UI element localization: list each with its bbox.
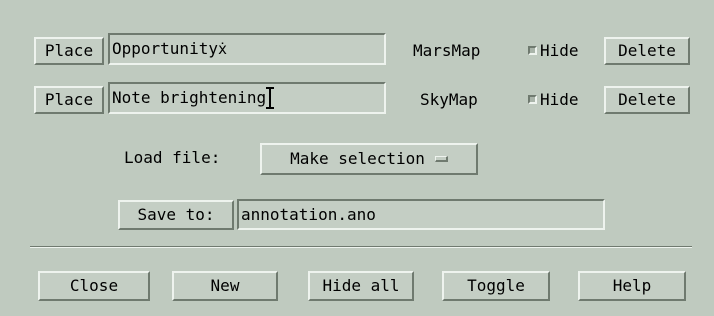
annotation-field-row1[interactable]: Opportunity ẋ xyxy=(108,33,386,65)
save-filename-field[interactable]: annotation.ano xyxy=(237,199,605,230)
option-menu-indicator-icon xyxy=(434,156,448,162)
hide-checkbox-row1[interactable] xyxy=(528,46,537,55)
close-button[interactable]: Close xyxy=(38,271,150,301)
i-beam-cursor-icon xyxy=(266,87,275,109)
help-button-label: Help xyxy=(612,276,652,295)
map-label-row1: MarsMap xyxy=(413,41,481,60)
load-file-selector[interactable]: Make selection xyxy=(260,143,478,175)
save-to-button[interactable]: Save to: xyxy=(118,200,234,230)
separator xyxy=(30,246,692,248)
new-button-label: New xyxy=(210,276,240,295)
text-cursor-icon: ẋ xyxy=(217,39,227,58)
hide-all-button-label: Hide all xyxy=(322,276,400,295)
toggle-button-label: Toggle xyxy=(467,276,525,295)
load-file-label: Load file: xyxy=(124,148,221,167)
delete-button-label: Delete xyxy=(618,90,676,109)
load-file-selection: Make selection xyxy=(290,149,425,168)
place-button-label: Place xyxy=(44,41,94,60)
place-button-label: Place xyxy=(44,90,94,109)
hide-label-row2[interactable]: Hide xyxy=(540,92,579,108)
hide-all-button[interactable]: Hide all xyxy=(308,271,414,301)
hide-label-row1[interactable]: Hide xyxy=(540,43,579,59)
hide-checkbox-row2[interactable] xyxy=(528,95,537,104)
toggle-button[interactable]: Toggle xyxy=(442,271,550,301)
place-button-row2[interactable]: Place xyxy=(34,86,104,114)
help-button[interactable]: Help xyxy=(578,271,686,301)
delete-button-label: Delete xyxy=(618,41,676,60)
new-button[interactable]: New xyxy=(172,271,278,301)
delete-button-row1[interactable]: Delete xyxy=(604,37,690,65)
close-button-label: Close xyxy=(69,276,119,295)
delete-button-row2[interactable]: Delete xyxy=(604,86,690,114)
annotation-field-row2[interactable]: Note brightening xyxy=(108,82,386,114)
annotation-text: Note brightening xyxy=(112,88,267,107)
save-to-label: Save to: xyxy=(137,205,215,224)
place-button-row1[interactable]: Place xyxy=(34,37,104,65)
map-label-row2: SkyMap xyxy=(420,90,478,109)
save-filename-text: annotation.ano xyxy=(241,204,376,224)
annotation-text: Opportunity xyxy=(112,39,218,58)
